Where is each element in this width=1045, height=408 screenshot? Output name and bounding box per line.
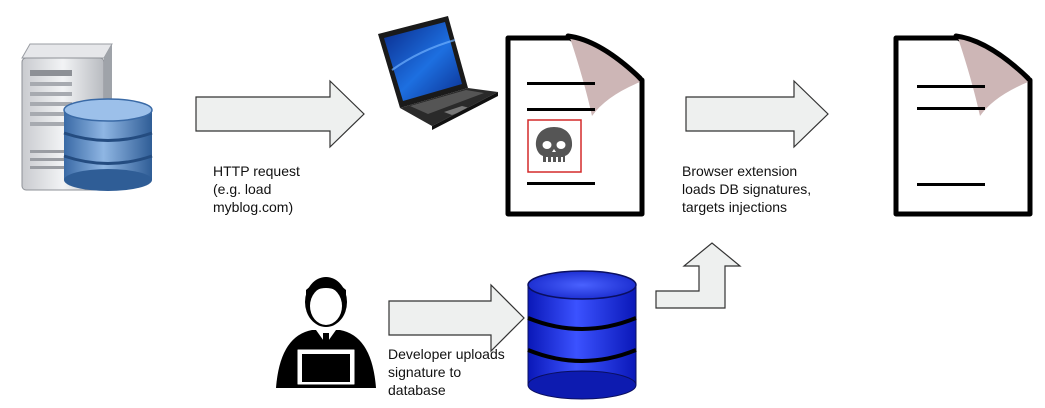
browser-extension-line-1: Browser extension — [682, 163, 798, 179]
developer-uploads-label: Developer uploads signature to database — [388, 345, 505, 399]
http-request-line-1: HTTP request — [213, 163, 300, 179]
browser-extension-label: Browser extension loads DB signatures, t… — [682, 162, 811, 216]
developer-uploads-line-3: database — [388, 382, 446, 398]
browser-extension-line-2: loads DB signatures, — [682, 181, 812, 197]
infected-document-icon — [505, 33, 645, 217]
laptop-icon — [378, 16, 498, 130]
upload-arrow — [388, 283, 525, 353]
http-request-label: HTTP request (e.g. load myblog.com) — [213, 162, 300, 216]
developer-uploads-line-2: signature to — [388, 364, 462, 380]
diagram-svg — [21, 16, 1033, 400]
extension-arrow — [685, 79, 829, 149]
database-icon — [527, 270, 637, 400]
http-request-line-3: myblog.com) — [213, 199, 294, 215]
bent-arrow — [655, 242, 742, 309]
request-arrow — [195, 79, 365, 149]
clean-document-icon — [893, 33, 1033, 217]
browser-extension-line-3: targets injections — [682, 199, 788, 215]
http-request-line-2: (e.g. load — [213, 181, 272, 197]
developer-icon — [276, 277, 376, 388]
developer-uploads-line-1: Developer uploads — [388, 346, 505, 362]
server-database-icon — [21, 43, 153, 191]
diagram-canvas — [0, 0, 1045, 403]
